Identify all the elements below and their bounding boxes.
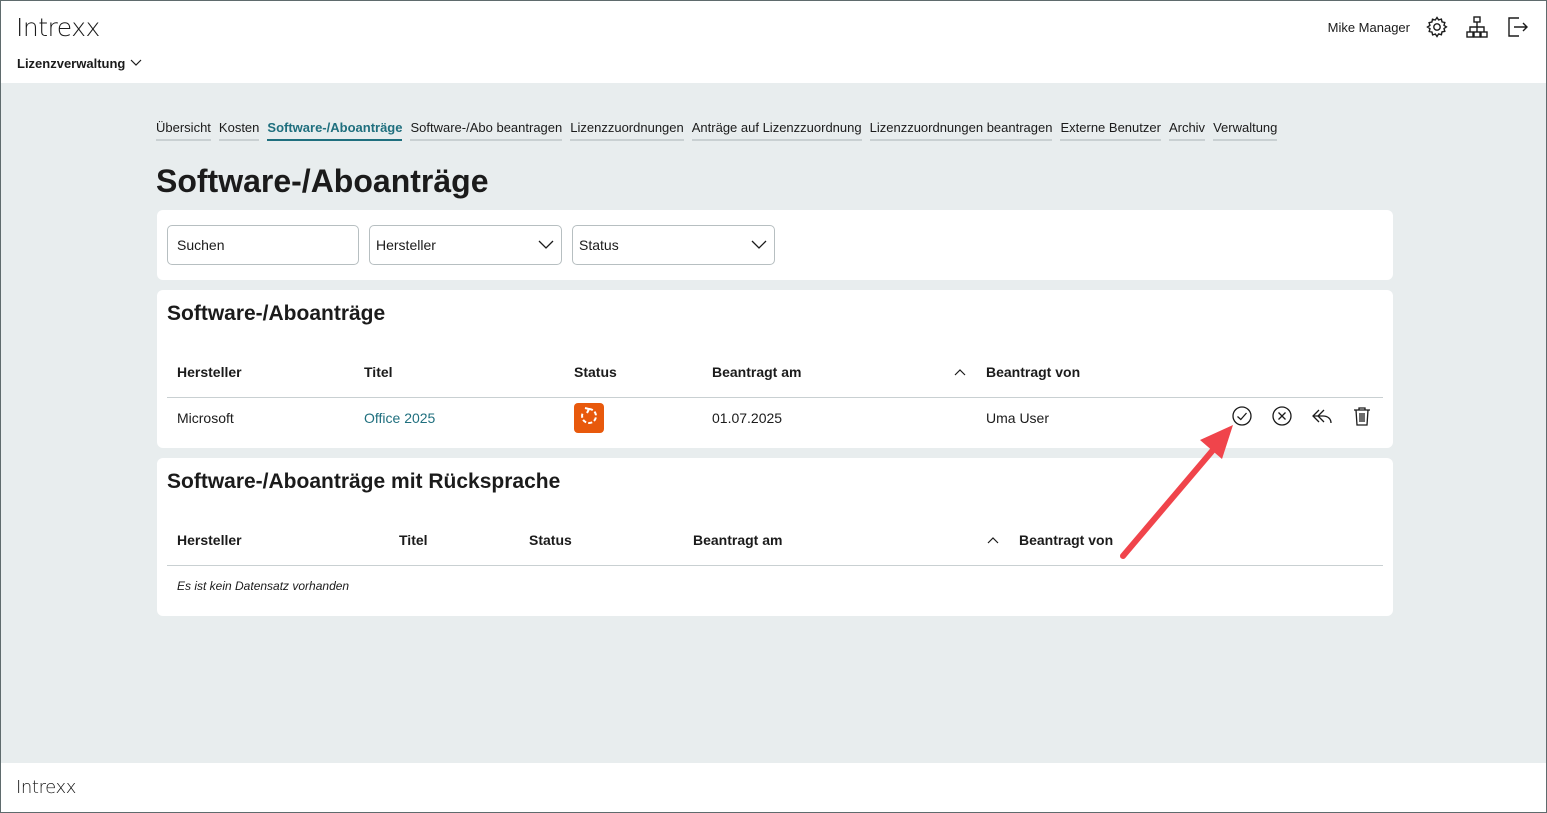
column-header-status[interactable]: Status (574, 364, 617, 380)
app-name: Lizenzverwaltung (17, 56, 126, 71)
table-divider (167, 565, 1383, 566)
intrexx-logo[interactable]: Intrexx (16, 13, 100, 42)
user-area: Mike Manager (1328, 14, 1530, 40)
consultation-title: Software-/Aboanträge mit Rücksprache (167, 470, 561, 493)
requests-title: Software-/Aboanträge (167, 302, 386, 325)
chevron-down-icon (129, 56, 143, 71)
cell-title-link[interactable]: Office 2025 (364, 410, 435, 426)
user-name[interactable]: Mike Manager (1328, 20, 1410, 35)
filter-bar: Hersteller Status (157, 210, 1393, 280)
manufacturer-select-label: Hersteller (376, 237, 436, 253)
column-header-requested-by[interactable]: Beantragt von (986, 364, 1080, 380)
footer: Intrexx (1, 763, 1546, 812)
sitemap-icon[interactable] (1464, 14, 1490, 40)
chevron-down-icon (750, 237, 768, 253)
pending-refresh-icon (579, 406, 599, 431)
cell-requested-at: 01.07.2025 (712, 410, 783, 426)
approve-icon[interactable] (1230, 404, 1254, 428)
status-select[interactable]: Status (572, 225, 775, 265)
app-window: Intrexx Lizenzverwaltung Mike Manager Üb… (0, 0, 1547, 813)
cell-manufacturer: Microsoft (177, 410, 234, 426)
page-title: Software-/Aboanträge (156, 163, 489, 199)
consultation-card: Software-/Aboanträge mit Rücksprache Her… (157, 458, 1393, 616)
tab-archive[interactable]: Archiv (1168, 120, 1206, 141)
column-header-status[interactable]: Status (529, 532, 572, 548)
footer-logo: Intrexx (16, 777, 77, 798)
reject-icon[interactable] (1270, 404, 1294, 428)
requests-card: Software-/Aboanträge Hersteller Titel St… (157, 290, 1393, 448)
tab-assignment-requests[interactable]: Anträge auf Lizenzzuordnung (691, 120, 862, 141)
app-switcher[interactable]: Lizenzverwaltung (17, 56, 143, 71)
tab-software-requests[interactable]: Software-/Aboanträge (267, 120, 403, 141)
manufacturer-select[interactable]: Hersteller (369, 225, 562, 265)
status-select-label: Status (579, 237, 619, 253)
sort-ascending-icon[interactable] (981, 528, 1005, 552)
chevron-down-icon (537, 237, 555, 253)
reply-icon[interactable] (1310, 404, 1334, 428)
column-header-title[interactable]: Titel (364, 364, 393, 380)
tab-navigation: Übersicht Kosten Software-/Aboanträge So… (156, 120, 1278, 141)
main-content: Übersicht Kosten Software-/Aboanträge So… (1, 83, 1546, 763)
logout-icon[interactable] (1504, 14, 1530, 40)
sort-ascending-icon[interactable] (948, 360, 972, 384)
tab-costs[interactable]: Kosten (218, 120, 260, 141)
tab-request-software[interactable]: Software-/Abo beantragen (410, 120, 563, 141)
status-badge (574, 403, 604, 433)
gear-icon[interactable] (1424, 14, 1450, 40)
table-divider (167, 397, 1383, 398)
tab-external-users[interactable]: Externe Benutzer (1060, 120, 1161, 141)
column-header-requested-by[interactable]: Beantragt von (1019, 532, 1113, 548)
column-header-manufacturer[interactable]: Hersteller (177, 364, 242, 380)
tab-license-assignments[interactable]: Lizenzzuordnungen (570, 120, 684, 141)
column-header-requested-at[interactable]: Beantragt am (712, 364, 801, 380)
delete-icon[interactable] (1350, 404, 1374, 428)
header: Intrexx Lizenzverwaltung Mike Manager (1, 1, 1546, 83)
tab-request-assignments[interactable]: Lizenzzuordnungen beantragen (869, 120, 1053, 141)
empty-state-text: Es ist kein Datensatz vorhanden (177, 579, 350, 593)
column-header-manufacturer[interactable]: Hersteller (177, 532, 242, 548)
column-header-title[interactable]: Titel (399, 532, 428, 548)
cell-requested-by: Uma User (986, 410, 1050, 426)
column-header-requested-at[interactable]: Beantragt am (693, 532, 782, 548)
search-input[interactable] (177, 237, 349, 253)
search-field[interactable] (167, 225, 359, 265)
tab-overview[interactable]: Übersicht (156, 120, 211, 141)
tab-administration[interactable]: Verwaltung (1213, 120, 1278, 141)
